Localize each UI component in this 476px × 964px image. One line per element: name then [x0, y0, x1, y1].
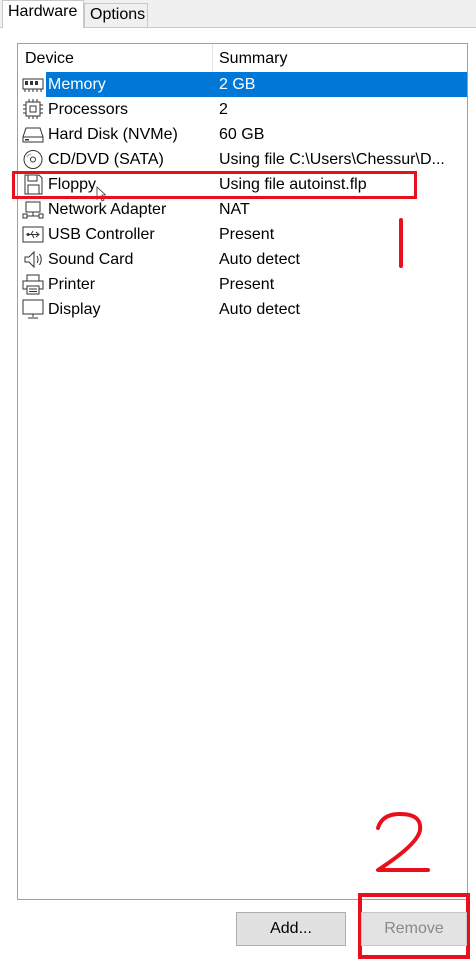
annotation-step-one-mark	[399, 218, 403, 268]
device-name: USB Controller	[48, 226, 155, 243]
remove-button[interactable]: Remove	[361, 912, 467, 946]
device-name: Processors	[48, 101, 129, 118]
device-row-cd-dvd[interactable]: CD/DVD (SATA) Using file C:\Users\Chessu…	[18, 147, 467, 172]
device-row-floppy[interactable]: Floppy Using file autoinst.flp	[18, 172, 467, 197]
device-summary: Auto detect	[219, 251, 300, 268]
annotation-step-two-mark	[376, 812, 430, 872]
tab-strip: Hardware Options	[0, 0, 476, 28]
device-summary: 60 GB	[219, 126, 265, 143]
device-row-display[interactable]: Display Auto detect	[18, 297, 467, 322]
hard-disk-icon	[22, 127, 44, 143]
device-row-memory[interactable]: Memory 2 GB	[18, 72, 467, 97]
device-name: Sound Card	[48, 251, 134, 268]
device-summary: Present	[219, 226, 275, 243]
device-summary: Auto detect	[219, 301, 300, 318]
device-summary: 2 GB	[219, 76, 256, 93]
device-row-hard-disk[interactable]: Hard Disk (NVMe) 60 GB	[18, 122, 467, 147]
column-header-device[interactable]: Device	[18, 44, 213, 72]
usb-icon	[22, 226, 44, 243]
device-summary: 2	[219, 101, 228, 118]
device-name: Network Adapter	[48, 201, 167, 218]
device-row-processors[interactable]: Processors 2	[18, 97, 467, 122]
device-rows: Memory 2 GB Processors 2 Hard Disk (NVMe…	[18, 72, 467, 322]
list-header: Device Summary	[18, 44, 467, 72]
processor-icon	[23, 99, 43, 119]
device-summary: Using file autoinst.flp	[219, 176, 367, 193]
column-header-summary[interactable]: Summary	[213, 44, 467, 72]
device-summary: NAT	[219, 201, 250, 218]
device-summary: Using file C:\Users\Chessur\D...	[219, 151, 445, 168]
monitor-icon	[22, 299, 44, 319]
device-row-printer[interactable]: Printer Present	[18, 272, 467, 297]
device-name: Hard Disk (NVMe)	[48, 126, 178, 143]
device-summary: Present	[219, 276, 275, 293]
floppy-icon	[24, 174, 43, 195]
device-list: Device Summary Memory 2 GB Processors 2 …	[17, 43, 468, 900]
device-name: CD/DVD (SATA)	[48, 151, 164, 168]
tab-hardware[interactable]: Hardware	[2, 0, 84, 28]
printer-icon	[22, 274, 44, 295]
device-name: Printer	[48, 276, 96, 293]
device-name: Display	[48, 301, 101, 318]
device-name: Floppy	[48, 176, 97, 193]
network-adapter-icon	[22, 201, 44, 219]
cd-dvd-icon	[23, 150, 43, 169]
speaker-icon	[24, 250, 42, 269]
add-button[interactable]: Add...	[236, 912, 346, 946]
mouse-cursor-icon	[96, 186, 106, 202]
memory-icon	[22, 78, 44, 92]
tab-options[interactable]: Options	[84, 3, 148, 27]
device-name: Memory	[48, 76, 106, 93]
